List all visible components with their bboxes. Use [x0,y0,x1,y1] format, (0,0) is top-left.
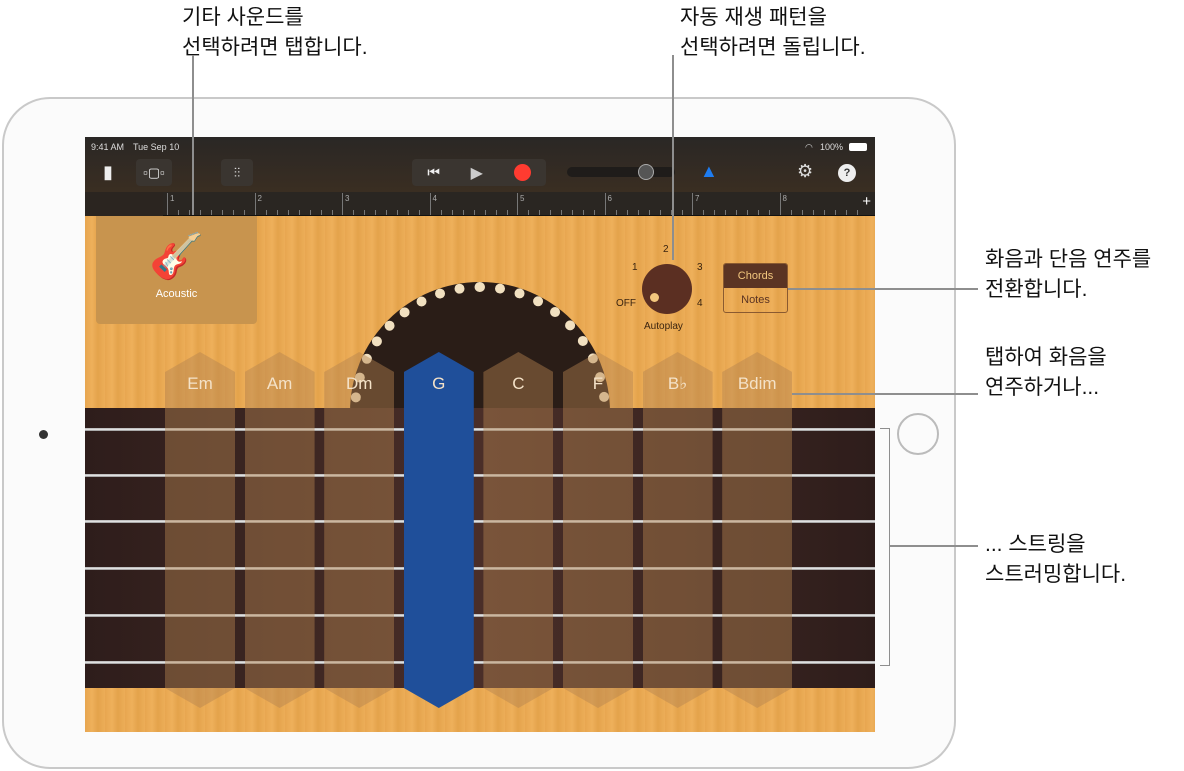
mixer-icon[interactable]: ⫶⫶ [221,159,253,186]
ruler-bar-number: 5 [520,194,525,203]
autoplay-2-label: 2 [663,244,669,255]
status-time: 9:41 AM [91,142,125,152]
ruler-bar-number: 4 [432,194,437,203]
play-icon[interactable]: ▶ [471,163,483,183]
chord-label: C [512,374,525,393]
status-date: Tue Sep 10 [133,142,180,152]
timeline-ruler[interactable]: + 1 2 3 4 5 6 7 8 [163,192,875,216]
record-icon[interactable] [513,164,531,181]
ruler-bar-number: 6 [607,194,612,203]
help-icon[interactable]: ? [838,164,856,182]
battery-icon [849,143,867,151]
ruler-bar-number: 8 [782,194,787,203]
ruler-bar-number: 3 [345,194,350,203]
chord-label: Am [266,374,293,393]
chord-label: G [432,374,446,393]
acoustic-guitar-icon: 🎸 [149,232,204,281]
chord-label: F [592,374,604,393]
battery-level: 100% [820,142,844,152]
chord-label: Dm [345,374,373,393]
volume-slider[interactable] [567,164,675,180]
ruler-bar-number: 1 [170,194,175,203]
metronome-icon[interactable]: ▲ [700,161,718,182]
chord-strip-C[interactable]: C [483,352,554,708]
toolbar: 9:41 AM Tue Sep 10 ◠ 100% ▮ ▫▢▫ ⫶⫶ ⏮ ▶ ▲… [85,137,875,192]
notes-option[interactable]: Notes [724,288,787,312]
chords-option[interactable]: Chords [724,264,787,288]
callout-autoplay: 자동 재생 패턴을 선택하려면 돌립니다. [680,6,866,59]
instrument-name: Acoustic [155,288,198,300]
volume-slider-thumb[interactable] [638,164,654,180]
chord-strip-Dm[interactable]: Dm [324,352,395,708]
autoplay-knob[interactable] [642,264,692,314]
ruler-bar-number: 2 [257,194,262,203]
instrument-selector[interactable]: 🎸 Acoustic [96,216,257,324]
autoplay-off-label: OFF [616,298,636,309]
callout-chords: 탭하여 화음을 연주하거나... [985,346,1107,399]
callout-sound: 기타 사운드를 선택하려면 탭합니다. [182,6,368,59]
chord-strip-Am[interactable]: Am [244,352,315,708]
wifi-icon: ◠ [805,142,813,152]
chord-label: B♭ [667,374,688,393]
chord-strip-G[interactable]: G [403,352,474,708]
front-camera [39,430,48,439]
chord-label: Em [187,374,213,393]
autoplay-3-label: 3 [697,262,703,273]
settings-icon[interactable]: ⚙ [797,161,813,182]
callout-toggle: 화음과 단음 연주를 전환합니다. [985,248,1152,301]
tracks-view-icon[interactable]: ▫▢▫ [136,159,172,186]
chord-strip-Bdim[interactable]: Bdim [722,352,793,708]
document-icon[interactable]: ▮ [97,160,119,184]
go-to-start-icon[interactable]: ⏮ [427,164,440,181]
autoplay-1-label: 1 [632,262,638,273]
chord-strip-F[interactable]: F [563,352,633,708]
garageband-screen: 9:41 AM Tue Sep 10 ◠ 100% ▮ ▫▢▫ ⫶⫶ ⏮ ▶ ▲… [85,137,875,732]
transport-controls: ⏮ ▶ [412,159,546,186]
chord-strip-Em[interactable]: Em [165,352,235,708]
add-section-button[interactable]: + [862,193,871,210]
chords-notes-toggle: Chords Notes [723,263,788,313]
autoplay-label: Autoplay [644,321,683,332]
autoplay-4-label: 4 [697,298,703,309]
ruler-bar-number: 7 [695,194,700,203]
chord-strip-B♭[interactable]: B♭ [642,352,713,708]
home-button [897,413,939,455]
callout-strum: ... 스트링을 스트러밍합니다. [985,533,1127,586]
chord-label: Bdim [737,374,777,393]
